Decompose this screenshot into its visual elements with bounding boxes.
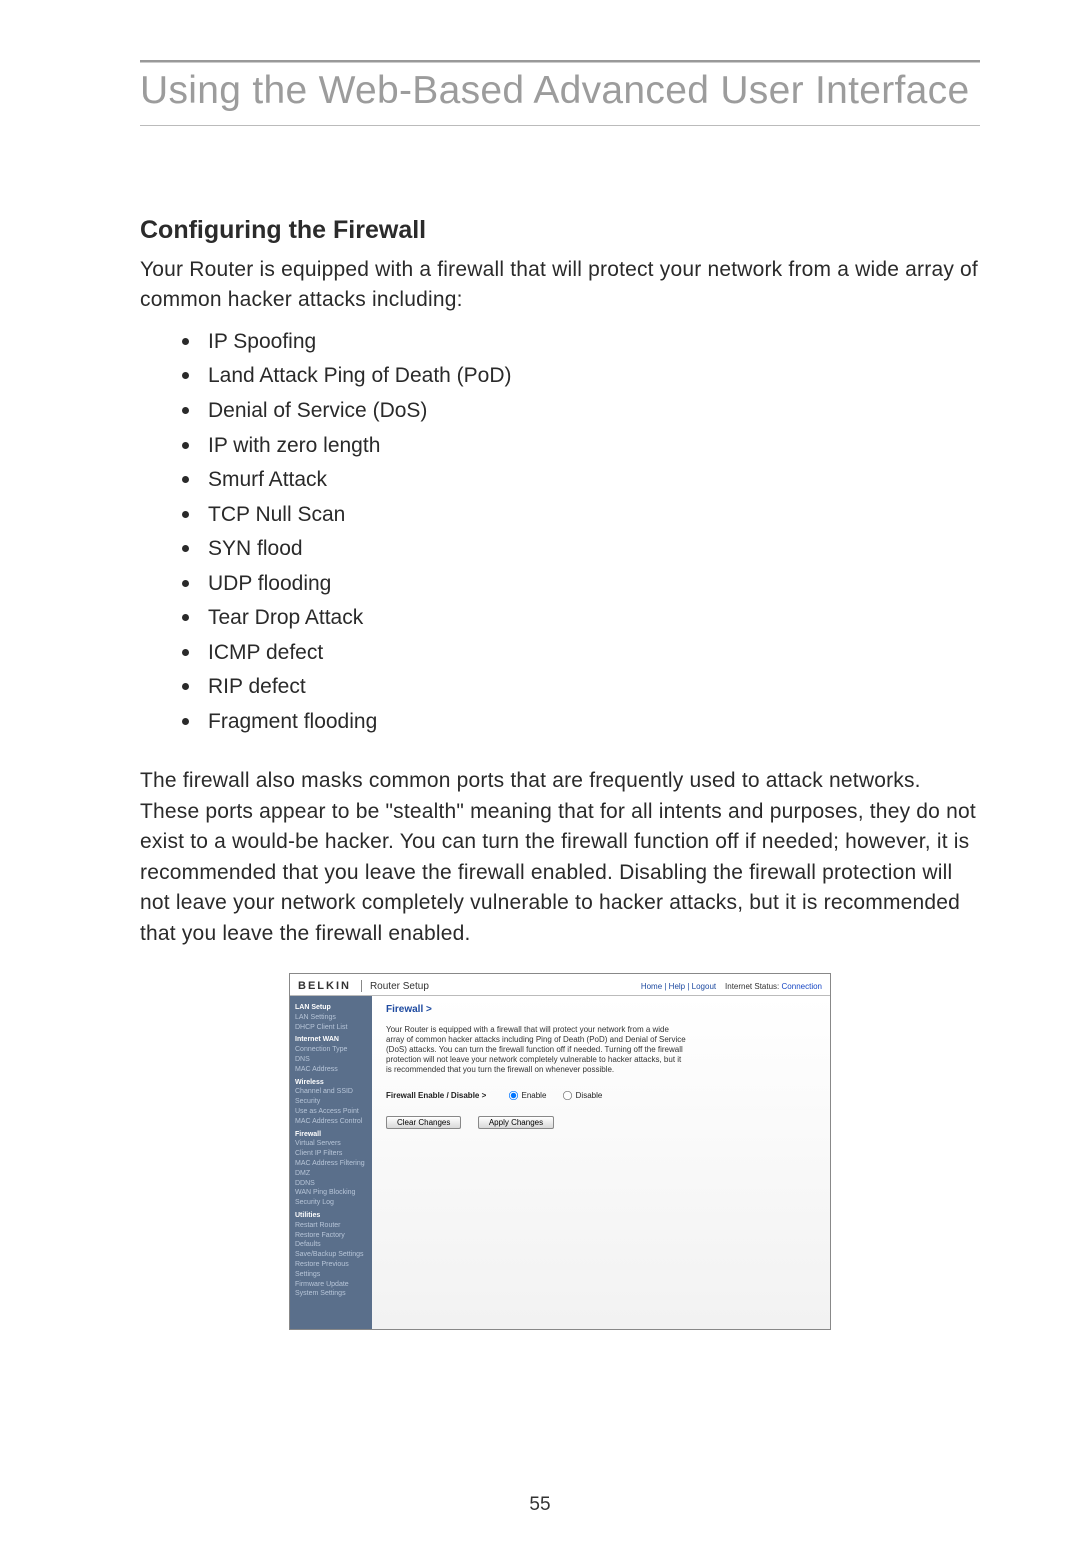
sidebar-item[interactable]: Firmware Update bbox=[295, 1280, 367, 1290]
router-sidebar: LAN SetupLAN SettingsDHCP Client List Int… bbox=[290, 996, 372, 1329]
list-item: SYN flood bbox=[202, 531, 980, 566]
sidebar-item[interactable]: Client IP Filters bbox=[295, 1149, 367, 1159]
page-header: Using the Web-Based Advanced User Interf… bbox=[140, 69, 980, 113]
list-item: UDP flooding bbox=[202, 566, 980, 601]
sidebar-group[interactable]: LAN Setup bbox=[295, 1003, 367, 1013]
breadcrumb[interactable]: Firewall > bbox=[386, 1004, 816, 1015]
attack-list: IP SpoofingLand Attack Ping of Death (Po… bbox=[140, 324, 980, 739]
list-item: Denial of Service (DoS) bbox=[202, 393, 980, 428]
status-label: Internet Status: bbox=[725, 982, 779, 991]
sidebar-item[interactable]: Restart Router bbox=[295, 1221, 367, 1231]
disable-radio[interactable] bbox=[563, 1091, 572, 1100]
sidebar-item[interactable]: Channel and SSID bbox=[295, 1087, 367, 1097]
list-item: Fragment flooding bbox=[202, 704, 980, 739]
enable-radio[interactable] bbox=[508, 1091, 517, 1100]
intro-text: Your Router is equipped with a firewall … bbox=[140, 255, 980, 316]
sidebar-item[interactable]: Security Log bbox=[295, 1198, 367, 1208]
clear-changes-button[interactable]: Clear Changes bbox=[386, 1116, 461, 1129]
apply-changes-button[interactable]: Apply Changes bbox=[478, 1116, 554, 1129]
sidebar-item[interactable]: Use as Access Point bbox=[295, 1107, 367, 1117]
section-title: Configuring the Firewall bbox=[140, 216, 980, 245]
sidebar-group[interactable]: Firewall bbox=[295, 1130, 367, 1140]
list-item: IP with zero length bbox=[202, 428, 980, 463]
sidebar-item[interactable]: MAC Address bbox=[295, 1065, 367, 1075]
list-item: Land Attack Ping of Death (PoD) bbox=[202, 358, 980, 393]
option-label: Firewall Enable / Disable > bbox=[386, 1091, 486, 1100]
sidebar-item[interactable]: System Settings bbox=[295, 1289, 367, 1299]
enable-option[interactable]: Enable bbox=[507, 1091, 547, 1100]
status-value: Connection bbox=[782, 982, 822, 991]
sidebar-item[interactable]: MAC Address Control bbox=[295, 1117, 367, 1127]
explain-text: The firewall also masks common ports tha… bbox=[140, 766, 980, 949]
list-item: RIP defect bbox=[202, 669, 980, 704]
router-setup-label: Router Setup bbox=[370, 981, 429, 992]
sidebar-group[interactable]: Utilities bbox=[295, 1211, 367, 1221]
sidebar-item[interactable]: MAC Address Filtering bbox=[295, 1159, 367, 1169]
sidebar-item[interactable]: DMZ bbox=[295, 1169, 367, 1179]
brand-logo: BELKIN bbox=[298, 980, 362, 992]
sidebar-group[interactable]: Wireless bbox=[295, 1078, 367, 1088]
list-item: ICMP defect bbox=[202, 635, 980, 670]
list-item: Smurf Attack bbox=[202, 462, 980, 497]
list-item: Tear Drop Attack bbox=[202, 600, 980, 635]
sidebar-item[interactable]: Virtual Servers bbox=[295, 1139, 367, 1149]
sidebar-item[interactable]: DNS bbox=[295, 1055, 367, 1065]
sidebar-item[interactable]: Restore Previous Settings bbox=[295, 1260, 367, 1280]
disable-option[interactable]: Disable bbox=[561, 1091, 603, 1100]
sidebar-item[interactable]: Security bbox=[295, 1097, 367, 1107]
list-item: IP Spoofing bbox=[202, 324, 980, 359]
sidebar-group[interactable]: Internet WAN bbox=[295, 1035, 367, 1045]
page-number: 55 bbox=[0, 1494, 1080, 1516]
sidebar-item[interactable]: LAN Settings bbox=[295, 1013, 367, 1023]
sidebar-item[interactable]: Restore Factory Defaults bbox=[295, 1231, 367, 1251]
sidebar-item[interactable]: Connection Type bbox=[295, 1045, 367, 1055]
list-item: TCP Null Scan bbox=[202, 497, 980, 532]
top-nav-links[interactable]: Home | Help | Logout bbox=[641, 982, 716, 991]
sidebar-item[interactable]: DHCP Client List bbox=[295, 1023, 367, 1033]
sidebar-item[interactable]: WAN Ping Blocking bbox=[295, 1188, 367, 1198]
router-ui-screenshot: BELKIN Router Setup Home | Help | Logout… bbox=[289, 973, 831, 1330]
firewall-description: Your Router is equipped with a firewall … bbox=[386, 1025, 686, 1075]
sidebar-item[interactable]: DDNS bbox=[295, 1179, 367, 1189]
sidebar-item[interactable]: Save/Backup Settings bbox=[295, 1250, 367, 1260]
